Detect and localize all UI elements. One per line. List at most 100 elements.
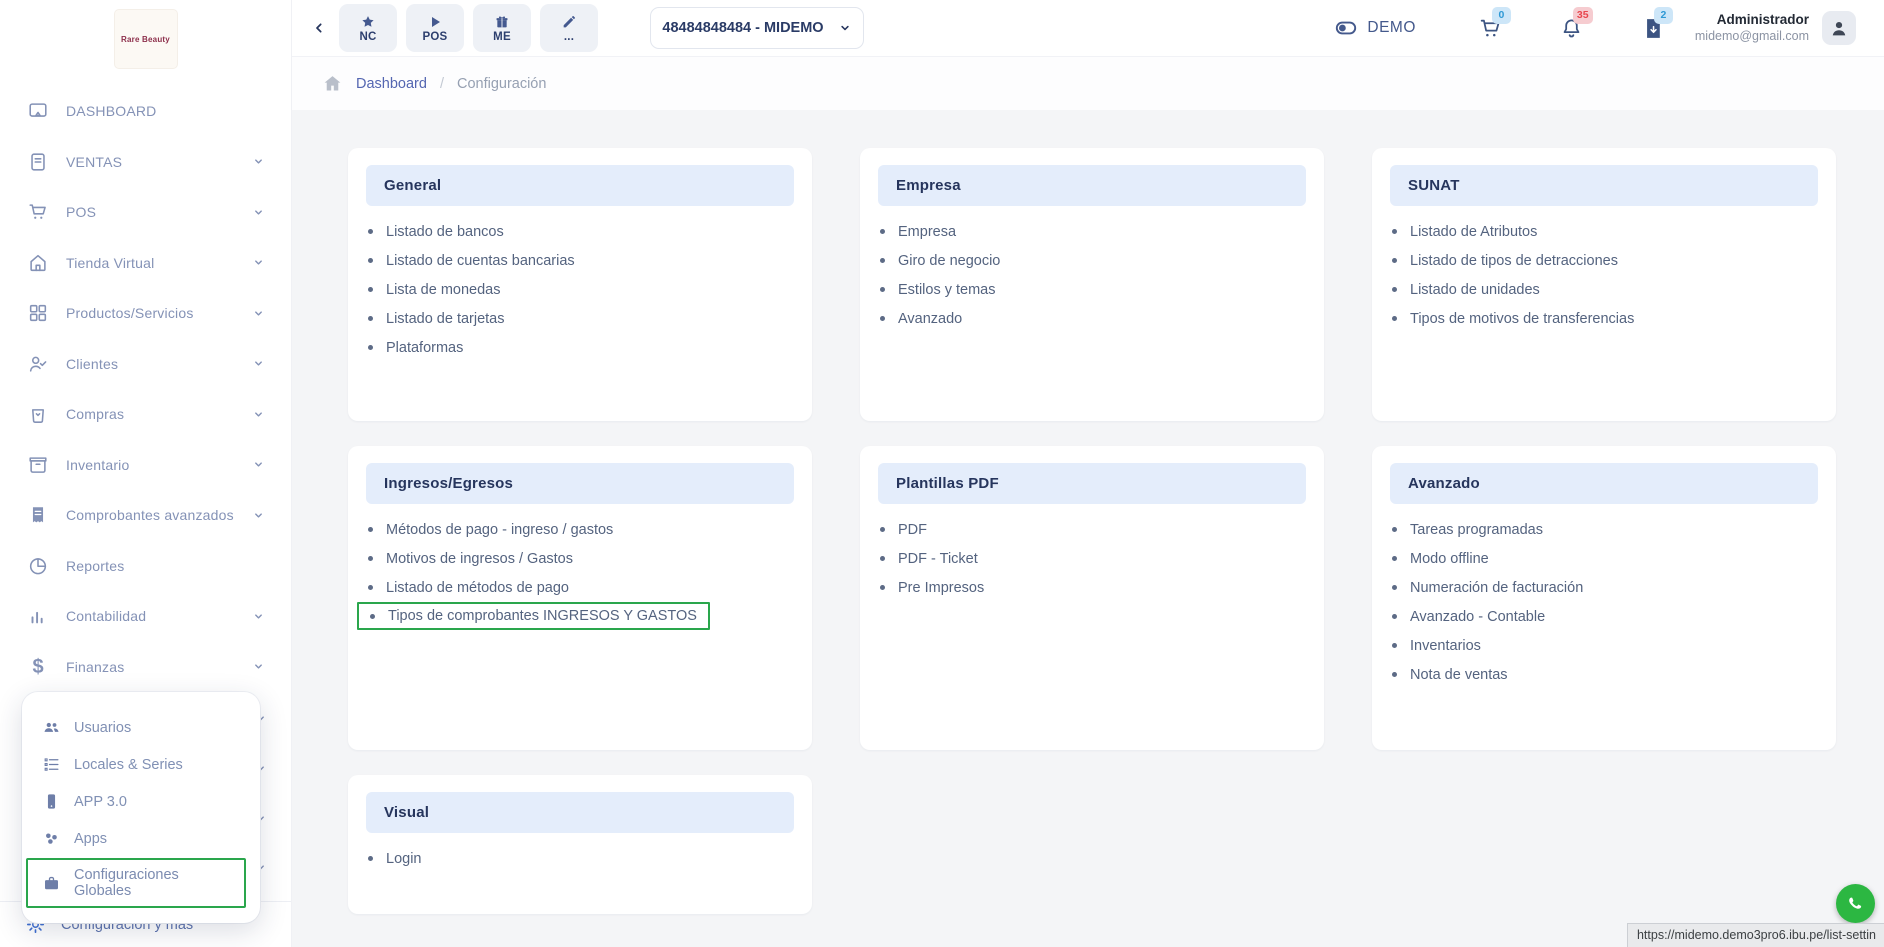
sidebar-item-dashboard[interactable]: DASHBOARD xyxy=(0,86,291,137)
bullet-icon xyxy=(368,585,373,590)
settings-link-numeraci-n-de-facturaci-n[interactable]: Numeración de facturación xyxy=(1392,573,1818,602)
home-icon[interactable] xyxy=(322,73,343,94)
breadcrumb-current: Configuración xyxy=(457,76,546,92)
popup-item-usuarios[interactable]: Usuarios xyxy=(22,709,260,746)
settings-link-avanzado[interactable]: Avanzado xyxy=(880,304,1306,333)
settings-link-listado-de-tarjetas[interactable]: Listado de tarjetas xyxy=(368,304,794,333)
bullet-icon xyxy=(368,345,373,350)
toolbar-button-nc[interactable]: NC xyxy=(339,4,397,52)
card-item-list: Tareas programadasModo offlineNumeración… xyxy=(1390,515,1818,689)
settings-link-modo-offline[interactable]: Modo offline xyxy=(1392,544,1818,573)
demo-label: DEMO xyxy=(1367,19,1416,37)
card-item-list: Listado de Atributos Listado de tipos de … xyxy=(1390,217,1818,333)
popup-item-app-3-0[interactable]: APP 3.0 xyxy=(22,783,260,820)
popup-item-configuraciones-globales[interactable]: Configuraciones Globales xyxy=(26,858,246,908)
breadcrumb-dashboard[interactable]: Dashboard xyxy=(356,76,427,92)
settings-link-m-todos-de-pago-ingreso-gastos[interactable]: Métodos de pago - ingreso / gastos xyxy=(368,515,794,544)
settings-link-pdf[interactable]: PDF xyxy=(880,515,1306,544)
settings-link-label: Login xyxy=(386,851,421,867)
toolbar-button-me[interactable]: ME xyxy=(473,4,531,52)
chevron-down-icon xyxy=(252,509,265,522)
settings-link-inventarios[interactable]: Inventarios xyxy=(1392,631,1818,660)
chevron-down-icon xyxy=(252,458,265,471)
chevron-down-icon xyxy=(252,357,265,370)
bullet-icon xyxy=(1392,258,1397,263)
sidebar-item-compras[interactable]: Compras xyxy=(0,389,291,440)
toolbar-button-label: ME xyxy=(493,31,511,43)
settings-link-estilos-y-temas[interactable]: Estilos y temas xyxy=(880,275,1306,304)
sidebar-item-label: Finanzas xyxy=(66,659,252,675)
sidebar-item-productos-servicios[interactable]: Productos/Servicios xyxy=(0,288,291,339)
settings-link-avanzado-contable[interactable]: Avanzado - Contable xyxy=(1392,602,1818,631)
documents-badge: 2 xyxy=(1654,7,1673,24)
settings-link-label: Avanzado - Contable xyxy=(1410,609,1545,625)
settings-link-label: Listado de Atributos xyxy=(1410,224,1537,240)
settings-link-listado-de-cuentas-bancarias[interactable]: Listado de cuentas bancarias xyxy=(368,246,794,275)
sidebar-item-label: Productos/Servicios xyxy=(66,305,252,321)
chevron-down-icon xyxy=(252,660,265,673)
sidebar-item-inventario[interactable]: Inventario xyxy=(0,440,291,491)
sidebar: Rare Beauty DASHBOARDVENTASPOSTienda Vir… xyxy=(0,0,292,947)
settings-link-tipos-de-motivos-de-transferencias[interactable]: Tipos de motivos de transferencias xyxy=(1392,304,1818,333)
settings-link-tipos-de-comprobantes-ingresos-y-gastos[interactable]: Tipos de comprobantes INGRESOS Y GASTOS xyxy=(357,602,710,630)
settings-link-lista-de-monedas[interactable]: Lista de monedas xyxy=(368,275,794,304)
settings-link-label: Listado de bancos xyxy=(386,224,504,240)
settings-link-label: Plataformas xyxy=(386,340,463,356)
toolbar-button-label: ... xyxy=(564,31,574,43)
settings-link-listado-de-atributos[interactable]: Listado de Atributos xyxy=(1392,217,1818,246)
settings-link-nota-de-ventas[interactable]: Nota de ventas xyxy=(1392,660,1818,689)
settings-link-empresa[interactable]: Empresa xyxy=(880,217,1306,246)
settings-link-listado-de-tipos-de-detracciones[interactable]: Listado de tipos de detracciones xyxy=(1392,246,1818,275)
logo-text: Rare Beauty xyxy=(121,35,170,44)
whatsapp-button[interactable] xyxy=(1836,884,1875,923)
toolbar-button-pos[interactable]: POS xyxy=(406,4,464,52)
sidebar-item-reportes[interactable]: Reportes xyxy=(0,541,291,592)
sidebar-collapse-button[interactable] xyxy=(306,15,332,41)
app-root: Rare Beauty DASHBOARDVENTASPOSTienda Vir… xyxy=(0,0,1884,947)
popup-item-apps[interactable]: Apps xyxy=(22,820,260,857)
user-menu[interactable]: Administrador midemo@gmail.com xyxy=(1695,12,1809,45)
card-title: General xyxy=(366,165,794,206)
chevron-down-icon xyxy=(252,307,265,320)
toolbar-button-more[interactable]: ... xyxy=(540,4,598,52)
settings-link-pdf-ticket[interactable]: PDF - Ticket xyxy=(880,544,1306,573)
bullet-icon xyxy=(368,258,373,263)
cart-button[interactable]: 0 xyxy=(1478,16,1503,41)
popup-item-locales-series[interactable]: Locales & Series xyxy=(22,746,260,783)
bullet-icon xyxy=(370,614,375,619)
settings-link-label: Listado de tarjetas xyxy=(386,311,505,327)
settings-link-giro-de-negocio[interactable]: Giro de negocio xyxy=(880,246,1306,275)
card-general: General Listado de bancos Listado de cuent… xyxy=(348,148,812,421)
avatar[interactable] xyxy=(1822,11,1856,45)
sidebar-item-label: Inventario xyxy=(66,457,252,473)
sidebar-item-finanzas[interactable]: $Finanzas xyxy=(0,642,291,693)
chevron-down-icon xyxy=(252,206,265,219)
demo-toggle[interactable]: DEMO xyxy=(1334,16,1416,40)
products-grid-icon xyxy=(27,302,49,324)
apps-cluster-icon xyxy=(42,829,61,848)
inventory-box-icon xyxy=(27,454,49,476)
sidebar-item-contabilidad[interactable]: Contabilidad xyxy=(0,591,291,642)
sidebar-item-pos[interactable]: POS xyxy=(0,187,291,238)
settings-link-plataformas[interactable]: Plataformas xyxy=(368,333,794,362)
chevron-down-icon xyxy=(252,610,265,623)
settings-link-tareas-programadas[interactable]: Tareas programadas xyxy=(1392,515,1818,544)
logo[interactable]: Rare Beauty xyxy=(0,0,291,78)
sidebar-item-tienda-virtual[interactable]: Tienda Virtual xyxy=(0,238,291,289)
sidebar-item-clientes[interactable]: Clientes xyxy=(0,339,291,390)
settings-link-listado-de-m-todos-de-pago[interactable]: Listado de métodos de pago xyxy=(368,573,794,602)
documents-button[interactable]: 2 xyxy=(1640,16,1665,41)
settings-link-listado-de-unidades[interactable]: Listado de unidades xyxy=(1392,275,1818,304)
settings-link-motivos-de-ingresos-gastos[interactable]: Motivos de ingresos / Gastos xyxy=(368,544,794,573)
notifications-button[interactable]: 35 xyxy=(1559,16,1584,41)
chevron-down-icon xyxy=(252,256,265,269)
accounting-bars-icon xyxy=(27,605,49,627)
sidebar-item-ventas[interactable]: VENTAS xyxy=(0,137,291,188)
settings-link-pre-impresos[interactable]: Pre Impresos xyxy=(880,573,1306,602)
chevron-down-icon xyxy=(838,21,852,35)
sidebar-item-comprobantes-avanzados[interactable]: Comprobantes avanzados xyxy=(0,490,291,541)
settings-link-listado-de-bancos[interactable]: Listado de bancos xyxy=(368,217,794,246)
settings-link-login[interactable]: Login xyxy=(368,844,794,873)
company-select[interactable]: 48484848484 - MIDEMO xyxy=(650,7,864,49)
breadcrumb-separator: / xyxy=(440,76,444,92)
